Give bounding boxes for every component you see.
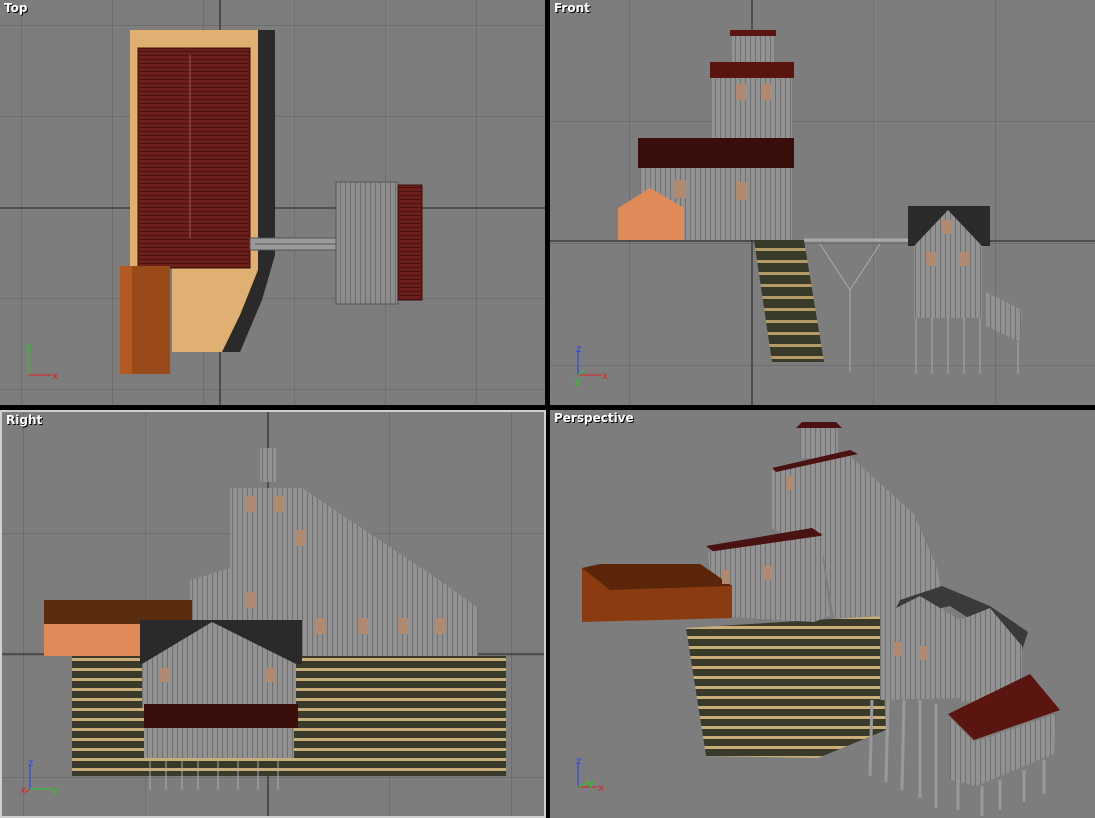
axis-label-right: x (602, 371, 608, 382)
viewport-label-perspective[interactable]: Perspective (554, 411, 634, 425)
model-perspective-log-crib[interactable] (686, 616, 886, 758)
front-view-scene[interactable] (550, 0, 1095, 405)
axis-label-right: x (52, 371, 58, 382)
axis-label-up: z (576, 344, 581, 355)
viewport-front[interactable]: Front z x y (550, 0, 1095, 405)
viewport-top[interactable]: Top y x (0, 0, 545, 405)
right-view-scene[interactable] (2, 412, 546, 818)
viewport-label-top[interactable]: Top (4, 1, 27, 15)
viewport-right[interactable]: Right z y x (0, 410, 546, 818)
axis-label-depth: x (20, 785, 26, 796)
axis-label-right: x (598, 783, 604, 794)
axis-label-depth: y (574, 376, 580, 387)
axis-label-up: y (26, 342, 32, 353)
viewport-label-front[interactable]: Front (554, 1, 590, 15)
axis-label-depth: y (588, 778, 594, 789)
perspective-view-scene[interactable] (550, 410, 1095, 818)
viewport-label-right[interactable]: Right (6, 413, 42, 427)
model-top-main-building[interactable] (120, 30, 275, 374)
model-top-conveyor[interactable] (249, 237, 337, 251)
axis-gizmo-top: y x (22, 340, 72, 389)
axis-gizmo-perspective: z x y (572, 754, 622, 803)
axis-label-up: z (576, 756, 581, 767)
axis-gizmo-front: z x y (572, 342, 622, 391)
top-view-scene[interactable] (0, 0, 545, 405)
axis-label-right: y (52, 785, 58, 796)
viewport-perspective[interactable]: Perspective z x y (550, 410, 1095, 818)
axis-gizmo-right: z y x (20, 756, 74, 805)
axis-label-up: z (28, 758, 33, 769)
model-top-tipple[interactable] (335, 181, 423, 305)
